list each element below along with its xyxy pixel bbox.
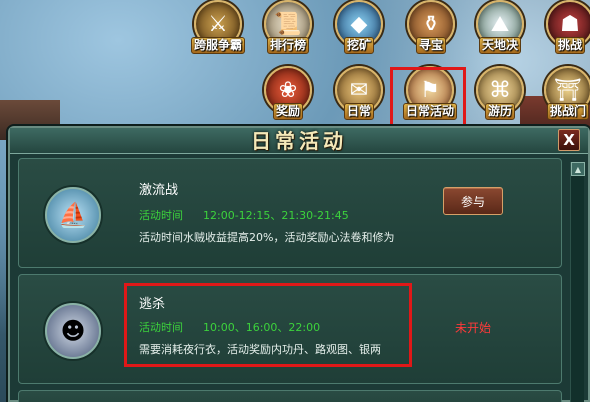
scrollbar[interactable]: ▲	[570, 162, 585, 402]
heaven-earth-label: 天地决	[478, 37, 521, 54]
reward-label: 奖励	[272, 103, 303, 120]
panel-title-bar: 日常活动 X	[10, 128, 588, 154]
challenge-button[interactable]: ☗ 挑战	[542, 0, 590, 56]
daily-label: 日常	[343, 103, 374, 120]
reward-button[interactable]: ❀ 奖励	[260, 66, 316, 122]
status-text: 未开始	[455, 321, 492, 335]
treasure-hunt-label: 寻宝	[415, 37, 446, 54]
cross-server-button[interactable]: ⚔ 跨服争霸	[190, 0, 246, 56]
join-button[interactable]: 参与	[443, 187, 503, 215]
mining-button[interactable]: ◆ 挖矿	[331, 0, 387, 56]
activity-name: 激流战	[139, 183, 179, 198]
scroll-up-icon[interactable]: ▲	[571, 162, 585, 176]
cross-server-label: 跨服争霸	[190, 37, 245, 54]
heaven-earth-button[interactable]: ⛰ 天地决	[472, 0, 528, 56]
daily-button[interactable]: ✉ 日常	[331, 66, 387, 122]
ranking-button[interactable]: 📜 排行榜	[260, 0, 316, 56]
travel-button[interactable]: ⌘ 游历	[472, 66, 528, 122]
activity-time-label: 活动时间	[139, 209, 183, 222]
activity-item-jiliuzhan[interactable]: ⛵ 激流战 活动时间 12:00-12:15、21:30-21:45 活动时间水…	[18, 158, 562, 268]
masked-ninja-icon: ☻	[45, 303, 101, 359]
challenge-gate-label: 挑战门	[546, 103, 589, 120]
travel-label: 游历	[484, 103, 515, 120]
mining-label: 挖矿	[343, 37, 374, 54]
challenge-label: 挑战	[554, 37, 585, 54]
activity-time: 12:00-12:15、21:30-21:45	[203, 209, 349, 222]
flying-boat-icon: ⛵	[45, 187, 101, 243]
daily-activity-label: 日常活动	[402, 103, 457, 120]
panel-title: 日常活动	[251, 129, 347, 153]
close-button[interactable]: X	[558, 129, 580, 151]
activity-item-partial	[18, 390, 562, 402]
ranking-label: 排行榜	[266, 37, 309, 54]
challenge-gate-button[interactable]: ⛩ 挑战门	[540, 66, 590, 122]
activity-description: 活动时间水贼收益提高20%，活动奖励心法卷和修为	[139, 231, 395, 244]
taosha-highlight	[124, 283, 412, 367]
treasure-hunt-button[interactable]: ⚱ 寻宝	[403, 0, 459, 56]
